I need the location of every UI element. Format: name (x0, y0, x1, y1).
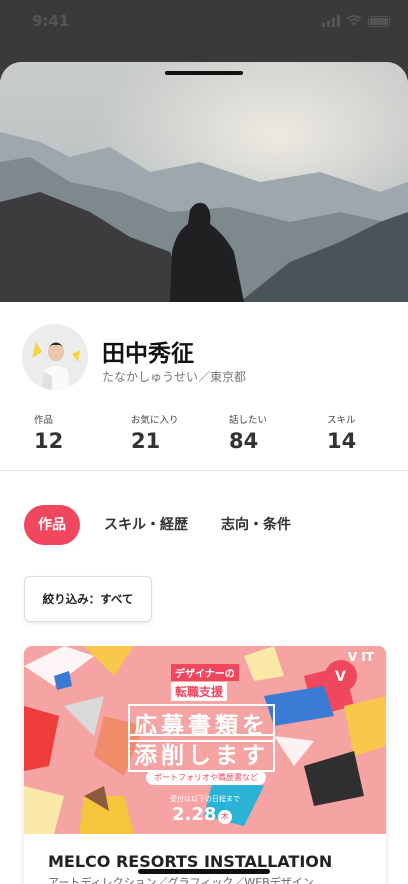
stat-label: 話したい (229, 415, 268, 426)
profile-tabs: 作品 スキル・経歴 志向・条件 (0, 505, 408, 545)
stat-value: 84 (229, 429, 259, 453)
wifi-icon (346, 15, 362, 26)
profile-name: 田中秀征 (102, 341, 194, 367)
stat-label: お気に入り (131, 415, 179, 426)
status-bar: 9:41 (0, 0, 408, 44)
work-categories: アートディレクション／グラフィック／WEBデザイン (48, 876, 314, 884)
filter-button[interactable]: 絞り込み：すべて (24, 576, 152, 622)
tab-preferences[interactable]: 志向・条件 (221, 505, 291, 545)
stat-want-to-talk[interactable]: 話したい 84 (229, 412, 267, 453)
tab-skills-career[interactable]: スキル・経歴 (104, 505, 188, 545)
status-icons (322, 15, 390, 27)
profile-kana-location: たなかしゅうせい／東京都 (102, 370, 247, 384)
banner-note: ポートフォリオや職歴書など (146, 770, 266, 785)
banner-weekday: 木 (218, 810, 232, 824)
work-thumbnail: V V IT デザイナーの 転職支援 応募書類を 添削します ポートフォリオや職… (24, 646, 386, 834)
signal-icon (322, 15, 340, 27)
cover-image (0, 62, 408, 302)
svg-text:V: V (335, 669, 346, 685)
banner-subtitle-2: 転職支援 (171, 682, 228, 701)
banner-headline-2: 添削します (128, 734, 275, 772)
stat-label: スキル (327, 415, 356, 426)
home-indicator[interactable] (138, 869, 270, 874)
stat-value: 12 (34, 429, 64, 453)
banner-deadline-label: 受付は以下の日程まで (170, 795, 240, 803)
banner-brand: V IT (347, 650, 374, 664)
work-card[interactable]: V V IT デザイナーの 転職支援 応募書類を 添削します ポートフォリオや職… (24, 646, 386, 884)
stat-favorites[interactable]: お気に入り 21 (131, 412, 179, 453)
banner-date: 2.28 (172, 804, 217, 825)
stats-row: 作品 12 お気に入り 21 話したい 84 スキル 14 (0, 412, 408, 474)
grab-handle[interactable] (165, 71, 243, 75)
avatar[interactable] (22, 324, 88, 390)
tab-works[interactable]: 作品 (24, 505, 80, 545)
stat-label: 作品 (34, 415, 54, 426)
stat-works[interactable]: 作品 12 (34, 412, 63, 453)
stat-skills[interactable]: スキル 14 (327, 412, 356, 453)
stat-value: 14 (327, 429, 357, 453)
battery-icon (368, 15, 390, 27)
stat-value: 21 (131, 429, 161, 453)
banner-subtitle-1: デザイナーの (171, 664, 239, 681)
status-time: 9:41 (32, 12, 70, 30)
section-divider (0, 470, 408, 471)
